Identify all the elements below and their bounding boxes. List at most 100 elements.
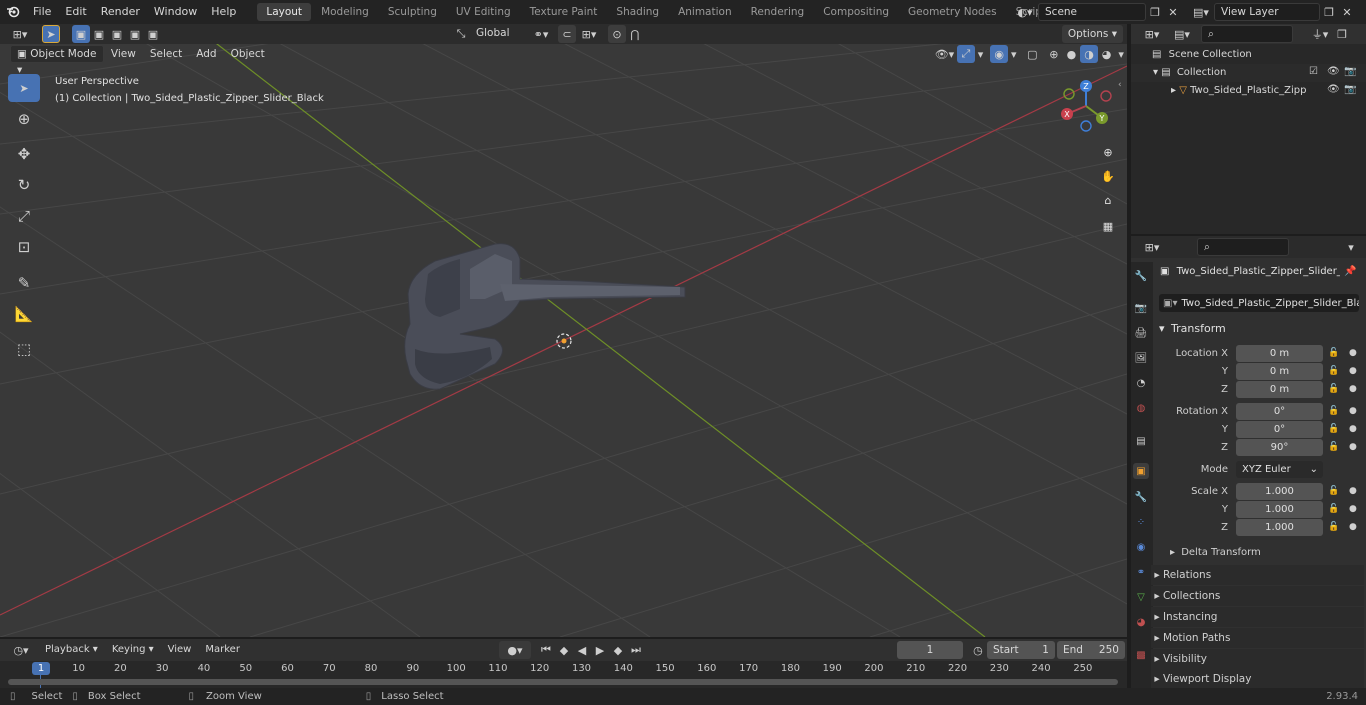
properties-options-icon[interactable]: ▾ <box>1342 238 1360 256</box>
tool-scale[interactable]: ⤢ <box>8 202 40 230</box>
view-layer-properties-tab-icon[interactable]: 🖼 <box>1133 350 1149 366</box>
workspace-tab-compositing[interactable]: Compositing <box>814 3 898 21</box>
rotation-y-field[interactable]: 0° <box>1236 421 1323 438</box>
workspace-tab-modeling[interactable]: Modeling <box>312 3 378 21</box>
sidebar-toggle-icon[interactable]: ‹ <box>1118 80 1122 90</box>
outliner-object-row[interactable]: ▸ ▽ Two_Sided_Plastic_Zipper_Slider_Blac… <box>1171 85 1306 96</box>
play-reverse-icon[interactable]: ◀ <box>573 641 591 659</box>
viewport-menu-add[interactable]: Add <box>189 44 223 64</box>
view-layer-icon[interactable]: ▤▾ <box>1188 3 1214 21</box>
tool-properties-tab-icon[interactable]: 🔧 <box>1133 268 1149 284</box>
section-relations[interactable]: ▸ Relations <box>1151 565 1364 585</box>
workspace-tab-layout[interactable]: Layout <box>257 3 312 21</box>
object-visibility-icon[interactable]: 👁 <box>1327 84 1340 95</box>
snap-icon[interactable]: ⊂ <box>558 25 576 43</box>
section-visibility[interactable]: ▸ Visibility <box>1151 649 1364 669</box>
location-y-field[interactable]: 0 m <box>1236 363 1323 380</box>
object-properties-tab-icon[interactable]: ▣ <box>1133 463 1149 479</box>
pin-icon[interactable]: 📌 <box>1344 266 1356 277</box>
location-z-field[interactable]: 0 m <box>1236 381 1323 398</box>
editor-type-icon[interactable]: ⊞▾ <box>6 25 34 43</box>
select-extend-icon[interactable]: ▣ <box>90 25 108 43</box>
viewport-menu-select[interactable]: Select <box>143 44 189 64</box>
keyframe-location-y-dot[interactable]: ● <box>1349 366 1357 376</box>
particles-properties-tab-icon[interactable]: ⁘ <box>1133 514 1149 530</box>
start-frame-field[interactable]: Start 1 <box>986 641 1055 659</box>
section-viewport-display[interactable]: ▸ Viewport Display <box>1151 669 1364 688</box>
3d-viewport[interactable]: User Perspective (1) Collection | Two_Si… <box>0 44 1127 637</box>
outliner-scene-collection[interactable]: ▤ Scene Collection <box>1152 49 1252 60</box>
menu-edit[interactable]: Edit <box>58 0 93 24</box>
viewport-menu-view[interactable]: View <box>104 44 143 64</box>
zoom-icon[interactable]: ⊕ <box>1099 143 1117 161</box>
lock-rotation-x-icon[interactable]: 🔓 <box>1328 406 1339 416</box>
physics-properties-tab-icon[interactable]: ◉ <box>1133 539 1149 555</box>
tool-select-box[interactable]: ➤ <box>8 74 40 102</box>
rotation-mode-dropdown[interactable]: XYZ Euler ⌄ <box>1236 461 1323 478</box>
menu-help[interactable]: Help <box>204 0 243 24</box>
options-dropdown[interactable]: Options ▾ <box>1061 25 1123 43</box>
new-collection-icon[interactable]: ❐ <box>1333 25 1351 43</box>
workspace-tab-rendering[interactable]: Rendering <box>742 3 814 21</box>
tool-rotate[interactable]: ↻ <box>8 171 40 199</box>
play-icon[interactable]: ▶ <box>591 641 609 659</box>
select-invert-icon[interactable]: ▣ <box>126 25 144 43</box>
overlay-dropdown-icon[interactable]: ▾ <box>1008 45 1020 63</box>
scale-z-field[interactable]: 1.000 <box>1236 519 1323 536</box>
render-properties-tab-icon[interactable]: 📷 <box>1133 300 1149 316</box>
world-properties-tab-icon[interactable]: ◍ <box>1133 400 1149 416</box>
select-subtract-icon[interactable]: ▣ <box>108 25 126 43</box>
scene-properties-tab-icon[interactable]: ◔ <box>1133 375 1149 391</box>
delete-scene-icon[interactable]: ✕ <box>1164 3 1182 21</box>
data-properties-tab-icon[interactable]: ▽ <box>1133 589 1149 605</box>
preview-range-icon[interactable]: ◷ <box>969 641 987 659</box>
scene-icon[interactable]: ◐▾ <box>1012 3 1038 21</box>
outliner-collection-row[interactable]: ▾ ▤ Collection <box>1153 67 1226 78</box>
lock-rotation-z-icon[interactable]: 🔓 <box>1328 442 1339 452</box>
modifier-properties-tab-icon[interactable]: 🔧 <box>1133 489 1149 505</box>
navigation-gizmo[interactable]: Z Y X <box>1056 76 1118 138</box>
scale-y-field[interactable]: 1.000 <box>1236 501 1323 518</box>
workspace-tab-geometry-nodes[interactable]: Geometry Nodes <box>899 3 1006 21</box>
scene-name-field[interactable]: Scene <box>1038 3 1146 21</box>
orientation-icon[interactable]: ⤡ <box>452 25 470 43</box>
material-properties-tab-icon[interactable]: ◕ <box>1133 614 1149 630</box>
delta-transform-section[interactable]: ▸ Delta Transform <box>1170 547 1261 558</box>
prev-keyframe-icon[interactable]: ◆ <box>555 641 573 659</box>
visibility-icon[interactable]: 👁▾ <box>932 45 957 63</box>
keyframe-rotation-x-dot[interactable]: ● <box>1349 406 1357 416</box>
next-keyframe-icon[interactable]: ◆ <box>609 641 627 659</box>
jump-end-icon[interactable]: ⏭ <box>627 641 645 659</box>
workspace-tab-sculpting[interactable]: Sculpting <box>379 3 446 21</box>
solid-shading-icon[interactable]: ● <box>1063 45 1081 63</box>
rotation-x-field[interactable]: 0° <box>1236 403 1323 420</box>
keyframe-location-z-dot[interactable]: ● <box>1349 384 1357 394</box>
select-new-icon[interactable]: ▣ <box>72 25 90 43</box>
timeline-editor-type-icon[interactable]: ◷▾ <box>8 641 34 659</box>
menu-file[interactable]: File <box>26 0 58 24</box>
section-instancing[interactable]: ▸ Instancing <box>1151 607 1364 627</box>
menu-window[interactable]: Window <box>147 0 204 24</box>
menu-render[interactable]: Render <box>94 0 147 24</box>
select-tool-icon[interactable]: ➤ <box>42 25 60 43</box>
delete-view-layer-icon[interactable]: ✕ <box>1338 3 1356 21</box>
rotation-z-field[interactable]: 90° <box>1236 439 1323 456</box>
section-collections[interactable]: ▸ Collections <box>1151 586 1364 606</box>
select-intersect-icon[interactable]: ▣ <box>144 25 162 43</box>
tool-move[interactable]: ✥ <box>8 140 40 168</box>
playback-menu[interactable]: Playback ▾ <box>38 639 105 661</box>
workspace-tab-texture-paint[interactable]: Texture Paint <box>521 3 607 21</box>
workspace-tab-animation[interactable]: Animation <box>669 3 741 21</box>
properties-editor-type-icon[interactable]: ⊞▾ <box>1139 238 1165 256</box>
new-scene-icon[interactable]: ❐ <box>1146 3 1164 21</box>
end-frame-field[interactable]: End 250 <box>1056 641 1125 659</box>
lock-rotation-y-icon[interactable]: 🔓 <box>1328 424 1339 434</box>
location-x-field[interactable]: 0 m <box>1236 345 1323 362</box>
lock-scale-z-icon[interactable]: 🔓 <box>1328 522 1339 532</box>
collection-properties-tab-icon[interactable]: ▤ <box>1133 433 1149 449</box>
collection-include-checkbox[interactable]: ☑ <box>1309 66 1318 77</box>
keyframe-scale-z-dot[interactable]: ● <box>1349 522 1357 532</box>
tool-measure[interactable]: 📐 <box>8 300 40 328</box>
constraints-properties-tab-icon[interactable]: ⚭ <box>1133 564 1149 580</box>
view-layer-field[interactable]: View Layer <box>1214 3 1320 21</box>
